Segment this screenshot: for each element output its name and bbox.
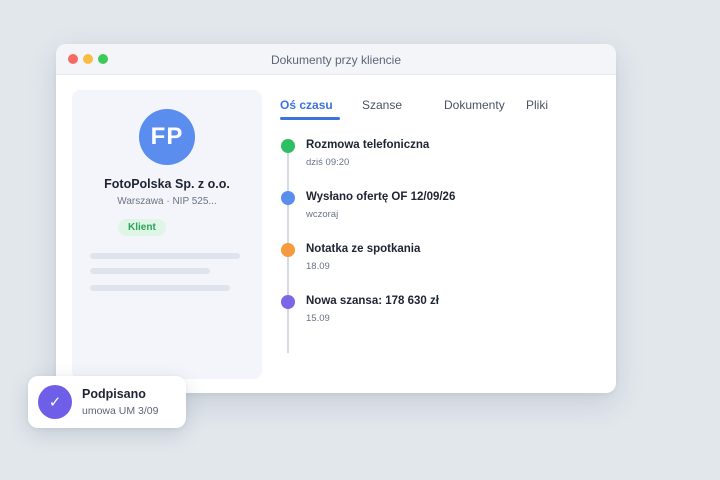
stage: Dokumenty przy kliencie FP FotoPolska Sp… — [0, 0, 720, 480]
client-card: FP FotoPolska Sp. z o.o. Warszawa · NIP … — [72, 90, 262, 379]
timeline-dot — [281, 243, 295, 257]
timeline-item-time: 18.09 — [306, 261, 330, 272]
timeline-item-title: Notatka ze spotkania — [306, 243, 421, 255]
tab-opportunities[interactable]: Szanse — [362, 98, 402, 112]
placeholder-line — [90, 268, 210, 274]
toast-title: Podpisano — [82, 387, 146, 401]
tab-documents[interactable]: Dokumenty — [444, 98, 505, 112]
timeline-item-time: 15.09 — [306, 313, 330, 324]
active-tab-indicator — [280, 117, 340, 120]
window-title: Dokumenty przy kliencie — [270, 53, 402, 67]
timeline-item-time: wczoraj — [306, 209, 339, 220]
avatar: FP — [139, 109, 195, 165]
signed-notification-toast[interactable]: ✓ Podpisano umowa UM 3/09 — [28, 376, 186, 428]
placeholder-line — [90, 253, 240, 259]
timeline-item[interactable]: Nowa szansa: 178 630 zł 15.09 — [280, 294, 580, 334]
placeholder-line — [90, 285, 230, 291]
title-bar: Dokumenty przy kliencie — [56, 44, 616, 75]
timeline-item-title: Rozmowa telefoniczna — [306, 139, 430, 151]
tab-timeline[interactable]: Oś czasu — [280, 98, 333, 112]
timeline: Rozmowa telefoniczna dziś 09:20 Wysłano … — [280, 138, 580, 368]
check-icon: ✓ — [38, 385, 72, 419]
toast-subtitle: umowa UM 3/09 — [82, 405, 159, 417]
timeline-item-time: dziś 09:20 — [306, 157, 350, 168]
timeline-item-title: Wysłano ofertę OF 12/09/26 — [306, 191, 456, 203]
timeline-item[interactable]: Rozmowa telefoniczna dziś 09:20 — [280, 138, 580, 178]
timeline-dot — [281, 139, 295, 153]
client-name: FotoPolska Sp. z o.o. — [104, 177, 230, 191]
timeline-item[interactable]: Notatka ze spotkania 18.09 — [280, 242, 580, 282]
status-badge: Klient — [118, 219, 166, 236]
app-window: Dokumenty przy kliencie FP FotoPolska Sp… — [56, 44, 616, 393]
tab-files[interactable]: Pliki — [526, 98, 548, 112]
timeline-item[interactable]: Wysłano ofertę OF 12/09/26 wczoraj — [280, 190, 580, 230]
tab-bar: Oś czasu Szanse Dokumenty Pliki — [280, 98, 600, 120]
timeline-dot — [281, 295, 295, 309]
client-subtitle: Warszawa · NIP 525... — [117, 196, 217, 207]
timeline-dot — [281, 191, 295, 205]
timeline-item-title: Nowa szansa: 178 630 zł — [306, 295, 439, 307]
